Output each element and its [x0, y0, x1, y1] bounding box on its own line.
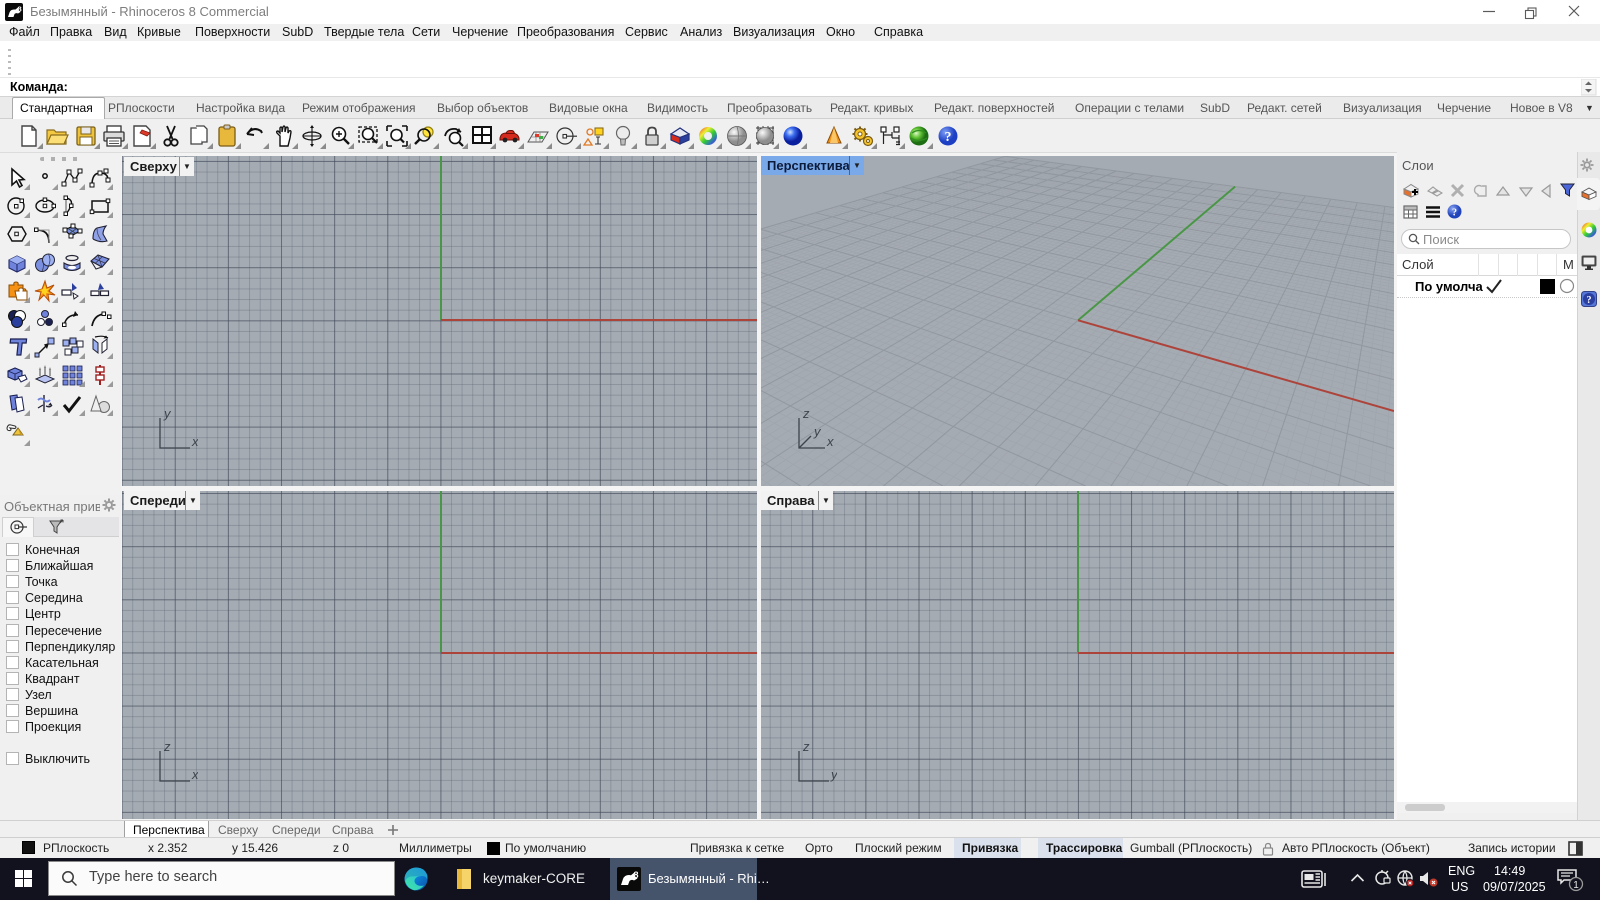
svg-text:z: z [802, 408, 810, 421]
svg-text:z: z [802, 741, 810, 754]
svg-text:?: ? [1452, 208, 1457, 219]
svg-text:x: x [191, 434, 198, 449]
svg-text:8: 8 [18, 5, 22, 14]
svg-text:y: y [830, 767, 837, 782]
svg-text:x: x [826, 434, 834, 449]
svg-text:y: y [163, 408, 172, 421]
svg-text:z: z [163, 741, 171, 754]
svg-text:1: 1 [1573, 880, 1579, 891]
svg-text:?: ? [1587, 295, 1592, 306]
svg-text:8: 8 [634, 870, 639, 880]
svg-text:x: x [191, 767, 198, 782]
svg-text:?: ? [944, 130, 951, 145]
svg-text:y: y [813, 424, 822, 439]
